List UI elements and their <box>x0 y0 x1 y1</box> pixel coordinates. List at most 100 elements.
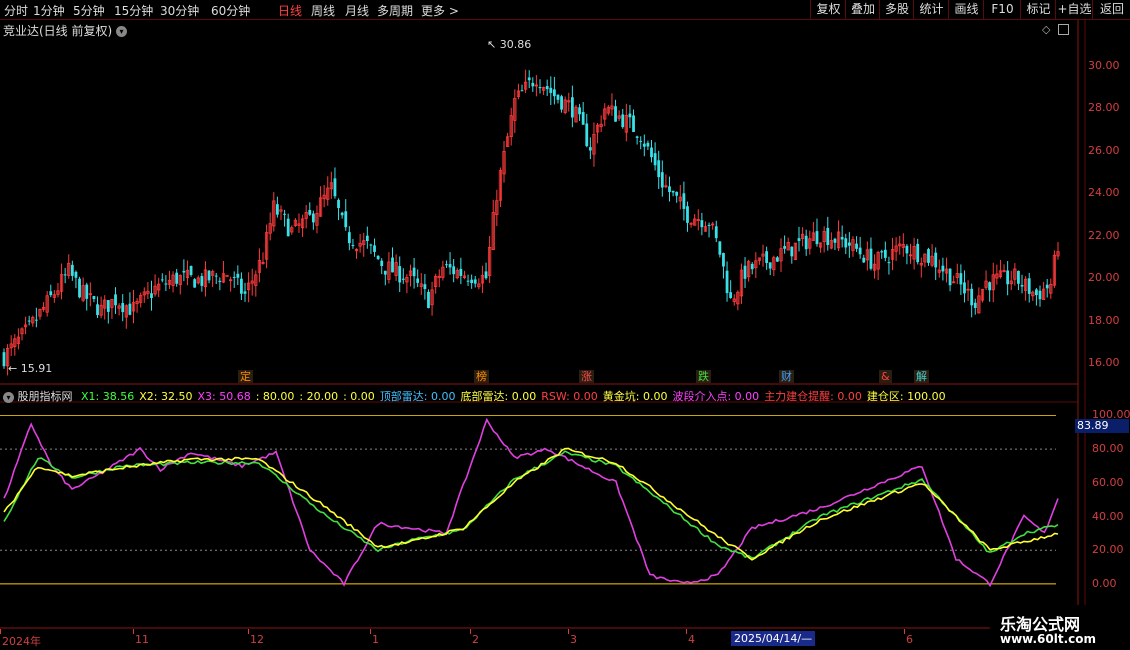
toolbar-button-3[interactable]: 统计 <box>913 0 949 19</box>
period-tab-6[interactable]: 日线 <box>278 2 302 19</box>
candle-body[interactable] <box>347 232 351 244</box>
candle-body[interactable] <box>560 96 563 110</box>
candle-body[interactable] <box>635 136 639 138</box>
candle-body[interactable] <box>182 270 186 273</box>
candle-body[interactable] <box>804 235 808 250</box>
candle-body[interactable] <box>193 279 197 288</box>
candle-body[interactable] <box>646 142 650 147</box>
candle-body[interactable] <box>459 268 463 276</box>
candle-body[interactable] <box>621 114 625 128</box>
candle-body[interactable] <box>650 147 653 158</box>
candle-body[interactable] <box>653 153 657 166</box>
candle-body[interactable] <box>78 278 81 298</box>
candle-body[interactable] <box>790 246 794 257</box>
candle-body[interactable] <box>74 271 78 278</box>
candle-body[interactable] <box>581 112 585 125</box>
candle-body[interactable] <box>552 89 556 97</box>
candle-body[interactable] <box>588 147 592 151</box>
price-panel[interactable] <box>2 69 1060 376</box>
candle-body[interactable] <box>63 274 67 276</box>
candle-body[interactable] <box>948 268 952 286</box>
candle-body[interactable] <box>448 264 452 268</box>
candle-body[interactable] <box>466 280 470 282</box>
candle-body[interactable] <box>527 77 531 81</box>
candle-body[interactable] <box>570 97 574 118</box>
candle-body[interactable] <box>973 302 977 308</box>
diamond-icon[interactable]: ◇ <box>1042 23 1050 36</box>
toolbar-button-1[interactable]: 叠加 <box>845 0 880 19</box>
candle-body[interactable] <box>1038 290 1042 300</box>
candle-body[interactable] <box>380 260 384 266</box>
candle-body[interactable] <box>1020 285 1024 287</box>
candle-body[interactable] <box>283 213 286 215</box>
candle-body[interactable] <box>905 245 909 254</box>
candle-body[interactable] <box>106 300 110 312</box>
candle-body[interactable] <box>311 213 315 223</box>
candle-body[interactable] <box>927 249 930 263</box>
candle-body[interactable] <box>642 143 646 147</box>
candle-body[interactable] <box>470 279 474 284</box>
candle-body[interactable] <box>671 190 675 193</box>
period-tab-8[interactable]: 月线 <box>345 2 369 19</box>
candle-body[interactable] <box>614 106 617 122</box>
candle-body[interactable] <box>668 186 671 192</box>
candle-body[interactable] <box>847 242 851 246</box>
candle-body[interactable] <box>114 294 117 306</box>
candle-body[interactable] <box>340 212 344 216</box>
candle-body[interactable] <box>333 178 337 197</box>
candle-body[interactable] <box>416 278 420 283</box>
candle-body[interactable] <box>452 266 456 275</box>
candle-body[interactable] <box>725 270 729 294</box>
candle-body[interactable] <box>862 257 866 263</box>
candle-body[interactable] <box>970 288 974 306</box>
candle-body[interactable] <box>1027 278 1031 294</box>
period-tab-10[interactable]: 更多 > <box>421 2 459 19</box>
candle-body[interactable] <box>70 264 74 276</box>
period-tab-2[interactable]: 5分钟 <box>73 2 105 19</box>
candle-body[interactable] <box>423 284 427 290</box>
candle-body[interactable] <box>628 113 632 118</box>
candle-body[interactable] <box>391 257 394 273</box>
candle-body[interactable] <box>412 267 416 277</box>
candle-body[interactable] <box>844 238 848 248</box>
candle-body[interactable] <box>729 292 733 298</box>
period-tab-1[interactable]: 1分钟 <box>33 2 65 19</box>
price-panel-title[interactable]: 竞业达(日线 前复权) ▾ <box>3 22 128 39</box>
event-marker[interactable]: 解 <box>914 370 929 383</box>
toolbar-button-0[interactable]: 复权 <box>810 0 846 19</box>
candle-body[interactable] <box>427 291 430 309</box>
candle-body[interactable] <box>308 209 312 215</box>
candle-body[interactable] <box>286 218 290 237</box>
event-marker[interactable]: 定 <box>238 370 253 383</box>
candle-body[interactable] <box>351 245 355 247</box>
candle-body[interactable] <box>373 245 376 252</box>
candle-body[interactable] <box>765 251 769 263</box>
candle-body[interactable] <box>34 319 38 321</box>
candle-body[interactable] <box>783 246 787 249</box>
candle-body[interactable] <box>401 278 405 280</box>
candle-body[interactable] <box>963 282 966 294</box>
indicator-panel[interactable] <box>0 414 1059 588</box>
toolbar-button-2[interactable]: 多股 <box>879 0 914 19</box>
candle-body[interactable] <box>200 276 204 286</box>
candle-body[interactable] <box>1045 284 1049 289</box>
candle-body[interactable] <box>128 303 132 315</box>
indicator-name[interactable]: 股朋指标网 <box>18 390 73 403</box>
event-marker[interactable]: 跌 <box>696 370 711 383</box>
candle-body[interactable] <box>175 272 179 284</box>
candle-body[interactable] <box>750 263 754 270</box>
toolbar-button-8[interactable]: 返回 <box>1092 0 1130 19</box>
event-marker[interactable]: 涨 <box>579 370 594 383</box>
candle-body[interactable] <box>714 226 718 239</box>
candle-body[interactable] <box>869 248 873 269</box>
candle-body[interactable] <box>218 280 222 282</box>
period-tab-5[interactable]: 60分钟 <box>211 2 250 19</box>
candle-body[interactable] <box>1006 270 1010 285</box>
candle-body[interactable] <box>776 257 779 262</box>
event-marker[interactable]: & <box>879 370 892 383</box>
candle-body[interactable] <box>578 107 581 115</box>
candle-body[interactable] <box>1035 289 1038 296</box>
event-marker[interactable]: 榜 <box>474 370 489 383</box>
candle-body[interactable] <box>49 291 53 296</box>
candle-body[interactable] <box>585 123 589 147</box>
